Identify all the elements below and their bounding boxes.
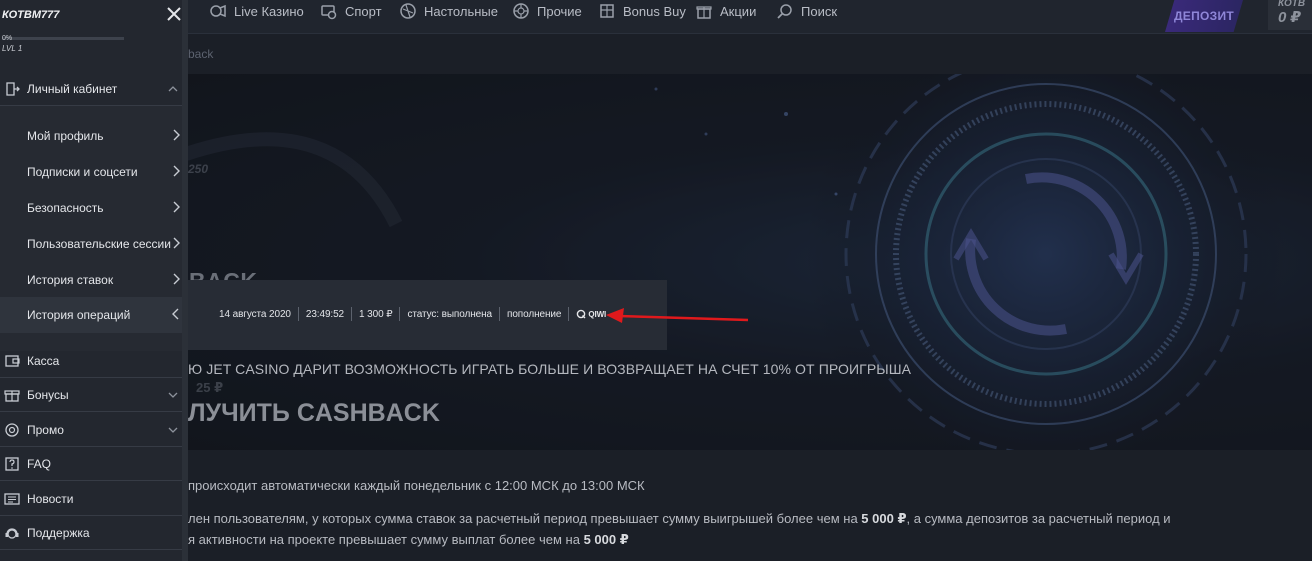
chevron-down-icon (168, 388, 178, 402)
operation-status: статус: выполнена (407, 308, 492, 320)
search-icon (776, 2, 794, 20)
nav-sport-label: Спорт (345, 3, 382, 19)
deposit-button[interactable]: ДЕПОЗИТ (1165, 0, 1243, 32)
rule-line-2-amount: 5 000 ₽ (861, 511, 907, 526)
sidebar-item-label: Личный кабинет (27, 81, 118, 96)
chevron-right-icon (172, 165, 180, 180)
sidebar-item-label: Касса (27, 353, 60, 368)
chevron-right-icon (172, 201, 180, 216)
sidebar-item-label: Мой профиль (27, 129, 104, 143)
operation-history-panel: 14 августа 2020 23:49:52 1 300 ₽ статус:… (188, 280, 667, 350)
nav-search[interactable]: Поиск (776, 0, 837, 22)
operation-date: 14 августа 2020 (219, 308, 291, 320)
sidebar-item-label: Поддержка (27, 525, 90, 540)
hero-ghost-number: 250 (188, 162, 209, 176)
cashback-heading: ЛУЧИТЬ CASHBACK (188, 399, 440, 427)
sidebar-item-label: Безопасность (27, 201, 104, 215)
nav-table-games-label: Настольные (424, 3, 498, 19)
nav-search-label: Поиск (801, 3, 838, 19)
nav-promotions-label: Акции (720, 3, 757, 19)
rule-line-2-text: лен пользователям, у которых сумма ставо… (188, 511, 862, 526)
rule-line-3-amount: 5 000 ₽ (583, 532, 629, 547)
nav-other-games[interactable]: Прочие (512, 0, 582, 22)
promo-text: Ю JET CASINO ДАРИТ ВОЗМОЖНОСТЬ ИГРАТЬ БО… (188, 361, 912, 377)
nav-promotions[interactable]: Акции (695, 0, 756, 22)
rule-line-1: происходит автоматически каждый понедель… (188, 478, 645, 493)
level-label: LVL 1 (2, 44, 23, 53)
table-games-icon (399, 2, 417, 20)
sidebar-item-bonuses[interactable]: Бонусы (0, 378, 182, 412)
other-games-icon (512, 2, 530, 20)
chevron-up-icon (168, 82, 178, 96)
chevron-right-icon (172, 273, 180, 288)
sidebar-item-label: История ставок (27, 273, 114, 287)
level-progress-label: 0% (2, 35, 13, 42)
chevron-down-icon (168, 423, 178, 437)
promotions-icon (695, 2, 713, 20)
sidebar-item-news[interactable]: Новости (0, 482, 182, 516)
sidebar-item-label: Бонусы (27, 387, 69, 402)
live-casino-icon (209, 2, 227, 20)
chevron-right-icon (172, 237, 180, 252)
nav-other-games-label: Прочие (537, 3, 582, 19)
sidebar-item-label: История операций (27, 308, 131, 322)
sidebar-item-faq[interactable]: FAQ (0, 447, 182, 481)
wallet-balance: 0 ₽ (1278, 9, 1301, 26)
wallet-widget[interactable]: КОТВ 0 ₽ (1268, 0, 1312, 30)
level-progress-bar (2, 37, 124, 40)
news-icon (4, 491, 20, 507)
breadcrumb-strip (186, 34, 1312, 74)
chevron-left-icon (172, 308, 180, 323)
rule-line-3: я активности на проекте превышает сумму … (188, 532, 629, 548)
sidebar-item-operation-history[interactable]: История операций (0, 297, 182, 333)
sidebar: КОТВМ777 0% LVL 1 Личный кабинет Мой про… (0, 0, 186, 561)
rule-line-3-text: я активности на проекте превышает сумму … (188, 532, 584, 547)
rule-line-2-tail: , а сумма депозитов за расчетный период … (906, 511, 1171, 526)
bonus-buy-icon (598, 2, 616, 20)
sidebar-item-label: FAQ (27, 456, 52, 471)
sidebar-item-label: Пользовательские сессии (27, 237, 171, 251)
sidebar-scrollbar[interactable] (182, 0, 188, 561)
support-icon (4, 525, 20, 541)
bonus-icon (4, 387, 20, 403)
operation-type: пополнение (507, 308, 562, 320)
top-navigation: Live Казино Спорт Настольные Прочие Bonu… (0, 0, 1312, 34)
hero-overlay (186, 74, 1312, 450)
close-icon (167, 7, 181, 21)
sidebar-item-my-profile[interactable]: Мой профиль (0, 118, 182, 154)
nav-live-casino[interactable]: Live Казино (209, 0, 304, 22)
account-icon (4, 81, 20, 97)
sidebar-item-bet-history[interactable]: История ставок (0, 262, 182, 298)
hero-banner: 250 (186, 74, 1312, 450)
sidebar-item-subscriptions[interactable]: Подписки и соцсети (0, 154, 182, 190)
sidebar-item-sessions[interactable]: Пользовательские сессии (0, 226, 182, 262)
nav-bonus-buy-label: Bonus Buy (623, 3, 686, 19)
operation-row[interactable]: 14 августа 2020 23:49:52 1 300 ₽ статус:… (188, 306, 613, 322)
chevron-right-icon (172, 129, 180, 144)
sport-icon (320, 2, 338, 20)
promo-icon (4, 422, 20, 438)
nav-live-casino-label: Live Казино (234, 3, 304, 19)
promo-ghost-amount: 25 ₽ (196, 380, 224, 395)
nav-sport[interactable]: Спорт (320, 0, 382, 22)
qiwi-logo-icon (577, 309, 586, 319)
operation-time: 23:49:52 (305, 308, 345, 320)
annotation-arrow-icon (606, 308, 749, 323)
sidebar-item-label: Подписки и соцсети (27, 165, 138, 179)
operation-amount: 1 300 ₽ (359, 308, 393, 320)
sidebar-item-security[interactable]: Безопасность (0, 190, 182, 226)
sidebar-item-support[interactable]: Поддержка (0, 516, 182, 550)
username: КОТВМ777 (2, 9, 60, 21)
cashier-icon (4, 353, 20, 369)
sidebar-item-account[interactable]: Личный кабинет (0, 72, 182, 106)
nav-bonus-buy[interactable]: Bonus Buy (598, 0, 686, 22)
breadcrumb[interactable]: back (188, 47, 213, 61)
sidebar-item-label: Промо (27, 422, 64, 437)
sidebar-item-cashier[interactable]: Касса (0, 344, 182, 378)
rule-line-2: лен пользователям, у которых сумма ставо… (188, 511, 1171, 527)
faq-icon (4, 456, 20, 472)
sidebar-item-promo[interactable]: Промо (0, 413, 182, 447)
nav-table-games[interactable]: Настольные (399, 0, 498, 22)
sidebar-item-label: Новости (27, 491, 74, 506)
